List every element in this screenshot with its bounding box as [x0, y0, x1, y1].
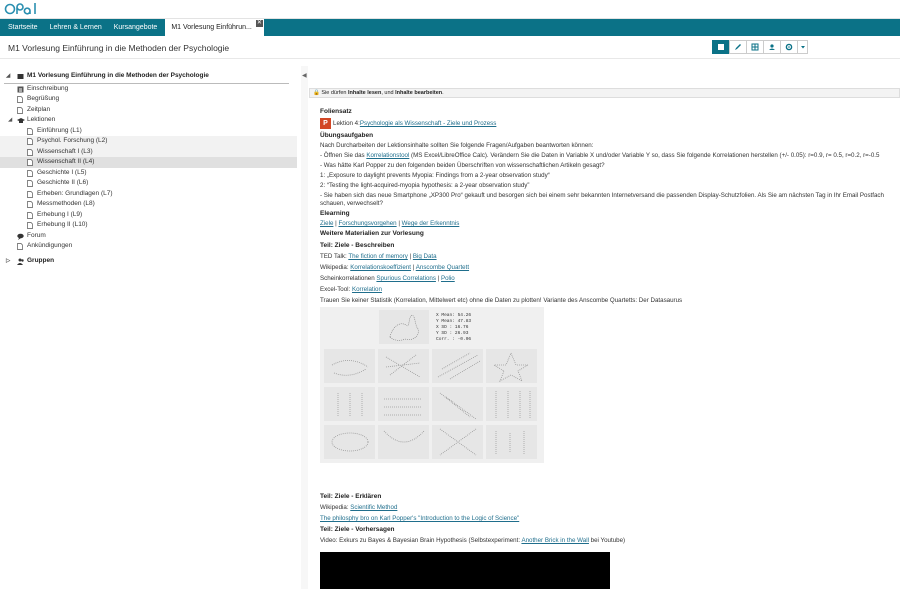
tree-item-forum[interactable]: Forum — [0, 231, 297, 242]
excel-line: Excel-Tool: Korrelation — [320, 286, 382, 293]
anscombe-link[interactable]: Anscombe Quartett — [416, 264, 469, 271]
tab-course-active[interactable]: M1 Vorlesung Einführun... ✕ — [165, 19, 264, 36]
permission-notice: 🔒 Sie dürfen Inhalte lesen, und Inhalte … — [309, 88, 900, 98]
sidebar-splitter[interactable]: ◀ — [301, 66, 308, 589]
tree-item-lektion[interactable]: Geschichte I (L5) — [0, 168, 297, 179]
top-bar — [0, 0, 900, 19]
lektion-link[interactable]: Psychologie als Wissenschaft - Ziele und… — [360, 120, 497, 127]
expand-triangle-icon[interactable]: ▷ — [6, 256, 10, 267]
course-title: M1 Vorlesung Einführung in die Methoden … — [8, 43, 230, 53]
document-icon — [17, 243, 23, 255]
task1: - Öffnen Sie das Korrelationstool (MS Ex… — [320, 152, 880, 159]
tree-item-lektion[interactable]: Psychol. Forschung (L2) — [0, 136, 297, 147]
tree-item-lektion[interactable]: Messmethoden (L8) — [0, 199, 297, 210]
tree-root-label: M1 Vorlesung Einführung in die Methoden … — [27, 72, 209, 79]
gear-icon[interactable] — [780, 40, 798, 54]
course-tree: ◢ M1 Vorlesung Einführung in die Methode… — [0, 66, 297, 589]
tree-item-ankuendigungen[interactable]: Ankündigungen — [0, 241, 297, 252]
spurious-link[interactable]: Spurious Correlations — [376, 275, 436, 282]
heading-teil1: Teil: Ziele - Beschreiben — [320, 242, 395, 249]
wiki1-line: Wikipedia: Korrelationskoeffizient | Ans… — [320, 264, 470, 271]
polio-link[interactable]: Polio — [441, 275, 455, 282]
elearning-links: Ziele | Forschungsvorgehen | Wege der Er… — [320, 220, 460, 227]
tree-item-gruppen[interactable]: ▷ Gruppen — [0, 256, 297, 267]
korrelationskoeffizient-link[interactable]: Korrelationskoeffizient — [350, 264, 411, 271]
course-toolbar — [712, 40, 808, 54]
heading-foliensatz: Foliensatz — [320, 108, 352, 115]
users-icon[interactable] — [763, 40, 781, 54]
pencil-icon[interactable] — [729, 40, 747, 54]
heading-weitere: Weitere Materialien zur Vorlesung — [320, 230, 424, 237]
task3: - Sie haben sich das neue Smartphone „XP… — [320, 192, 884, 207]
heading-elearning: Elearning — [320, 210, 350, 217]
groups-icon — [17, 258, 25, 270]
course-header: M1 Vorlesung Einführung in die Methoden … — [0, 36, 900, 59]
main-content: 🔒 Sie dürfen Inhalte lesen, und Inhalte … — [309, 66, 900, 589]
datasaurus-image: X Mean: 54.26 Y Mean: 47.83 X SD : 16.76… — [320, 307, 544, 463]
datasaurus-stat: Y SD : 26.93 — [436, 330, 469, 336]
video-embed[interactable] — [320, 552, 610, 589]
datasaurus-stat: X Mean: 54.26 — [436, 312, 471, 318]
collapse-triangle-icon[interactable]: ◢ — [6, 71, 10, 82]
lektion-line: P Lektion 4: Psychologie als Wissenschaf… — [320, 118, 900, 129]
collapse-sidebar-icon[interactable]: ◀ — [302, 72, 307, 79]
heading-teil3: Teil: Ziele - Vorhersagen — [320, 526, 395, 533]
datasaurus-plots: X Mean: 54.26 Y Mean: 47.83 X SD : 16.76… — [324, 310, 537, 459]
datasaurus-stat: X SD : 16.76 — [436, 324, 469, 330]
tree-item-lektion[interactable]: Wissenschaft I (L3) — [0, 146, 297, 157]
opal-logo[interactable] — [4, 2, 38, 18]
tab-startseite[interactable]: Startseite — [2, 19, 44, 36]
datasaurus-stat: Corr. : -0.06 — [436, 336, 471, 342]
schein-line: Scheinkorrelationen Spurious Correlation… — [320, 275, 455, 282]
datasaurus-stat: Y Mean: 47.83 — [436, 318, 471, 324]
korrelation-excel-link[interactable]: Korrelation — [352, 286, 382, 293]
tree-item-zeitplan[interactable]: Zeitplan — [0, 105, 297, 116]
trauen-text: Trauen Sie keiner Statistik (Korrelation… — [320, 297, 683, 304]
ziele-link[interactable]: Ziele — [320, 220, 333, 227]
caret-down-icon[interactable] — [797, 40, 808, 54]
tab-lehren-lernen[interactable]: Lehren & Lernen — [44, 19, 108, 36]
video-line: Video: Exkurs zu Bayes & Bayesian Brain … — [320, 537, 626, 544]
philo-line: The philosphy bro on Karl Popper's "Intr… — [320, 515, 900, 522]
tree-item-lektion[interactable]: Erheben: Grundlagen (L7) — [0, 189, 297, 200]
tree-item-lektion[interactable]: Einführung (L1) — [0, 126, 297, 137]
intro-text: Nach Durcharbeiten der Lektionsinhalte s… — [320, 142, 594, 149]
forschungsvorgehen-link[interactable]: Forschungsvorgehen — [338, 220, 396, 227]
big-data-link[interactable]: Big Data — [413, 253, 437, 260]
task2: - Was hätte Karl Popper zu den folgenden… — [320, 162, 605, 169]
tree-item-lektionen[interactable]: ◢ Lektionen — [0, 115, 297, 126]
scientific-method-link[interactable]: Scientific Method — [350, 504, 397, 511]
close-tab-icon[interactable]: ✕ — [255, 20, 263, 27]
tree-item-lektion[interactable]: Geschichte II (L6) — [0, 178, 297, 189]
main-nav: Startseite Lehren & Lernen Kursangebote … — [0, 19, 900, 36]
wege-link[interactable]: Wege der Erkenntnis — [402, 220, 460, 227]
question2: 2: “Testing the light-acquired-myopia hy… — [320, 182, 530, 189]
book-icon[interactable] — [712, 40, 730, 54]
philosophy-bro-link[interactable]: The philosphy bro on Karl Popper's "Intr… — [320, 515, 519, 522]
tree-root[interactable]: ◢ M1 Vorlesung Einführung in die Methode… — [0, 71, 297, 82]
question1: 1: „Exposure to daylight prevents Myopia… — [320, 172, 550, 179]
collapse-triangle-icon[interactable]: ◢ — [8, 115, 12, 126]
korrelationstool-link[interactable]: Korrelationstool — [366, 152, 409, 159]
tree-item-einschreibung[interactable]: Einschreibung — [0, 84, 297, 95]
tree-item-begruessung[interactable]: Begrüßung — [0, 94, 297, 105]
heading-teil2: Teil: Ziele - Erklären — [320, 493, 382, 500]
tree-item-lektion-selected[interactable]: Wissenschaft II (L4) — [0, 157, 297, 168]
tree-item-lektion[interactable]: Erhebung II (L10) — [0, 220, 297, 231]
tab-kursangebote[interactable]: Kursangebote — [108, 19, 164, 36]
tree-item-lektion[interactable]: Erhebung I (L9) — [0, 210, 297, 221]
tab-course-label: M1 Vorlesung Einführun... — [171, 24, 252, 31]
wiki2-line: Wikipedia: Scientific Method — [320, 504, 398, 511]
fiction-memory-link[interactable]: The fiction of memory — [348, 253, 408, 260]
another-brick-link[interactable]: Another Brick in the Wall — [521, 537, 589, 544]
table-icon[interactable] — [746, 40, 764, 54]
powerpoint-icon: P — [320, 118, 331, 129]
lock-icon: 🔒 — [313, 90, 320, 96]
heading-uebung: Übungsaufgaben — [320, 132, 374, 139]
ted-line: TED Talk: The fiction of memory | Big Da… — [320, 253, 437, 260]
